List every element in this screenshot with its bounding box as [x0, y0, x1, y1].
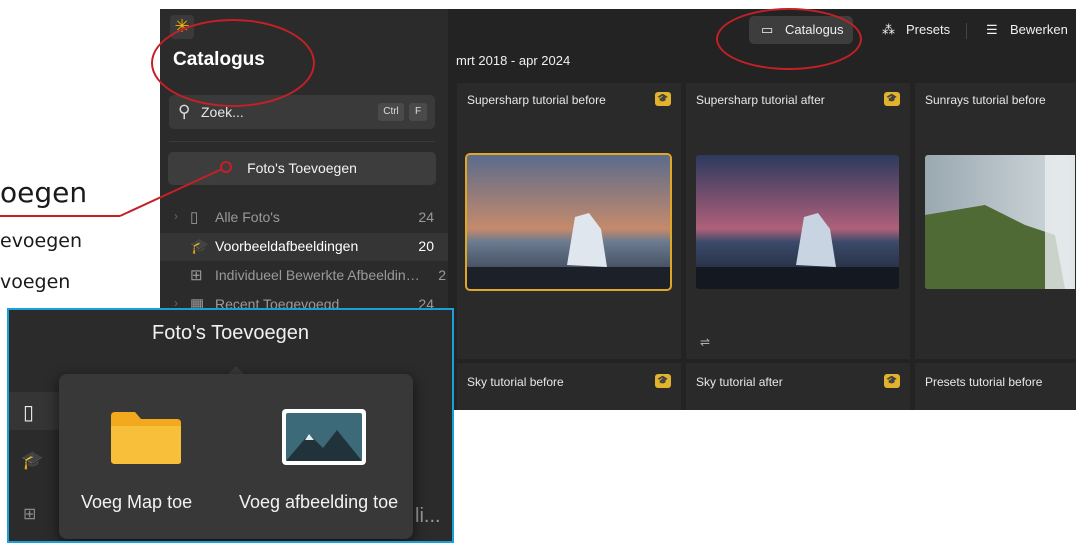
add-image-option[interactable]: Voeg afbeelding toe	[239, 404, 413, 524]
add-photos-popup: Voeg Map toe Voeg afbeelding toe	[59, 374, 413, 539]
grid-icon: ⊞	[23, 504, 37, 523]
image-icon	[282, 409, 366, 465]
add-image-label: Voeg afbeelding toe	[239, 492, 399, 512]
graduation-cap-icon: 🎓	[21, 450, 44, 471]
callout-title: Foto's Toevoegen	[152, 322, 309, 344]
folder-icon	[111, 412, 181, 464]
photo-stack-icon: ▯	[23, 400, 35, 424]
callout-side-text: li...	[415, 505, 441, 527]
add-folder-option[interactable]: Voeg Map toe	[79, 404, 209, 524]
add-folder-label: Voeg Map toe	[81, 492, 193, 512]
zoom-callout: Foto's Toevoegen ▯ 🎓 ⊞ li... Voeg Map to…	[7, 308, 454, 543]
